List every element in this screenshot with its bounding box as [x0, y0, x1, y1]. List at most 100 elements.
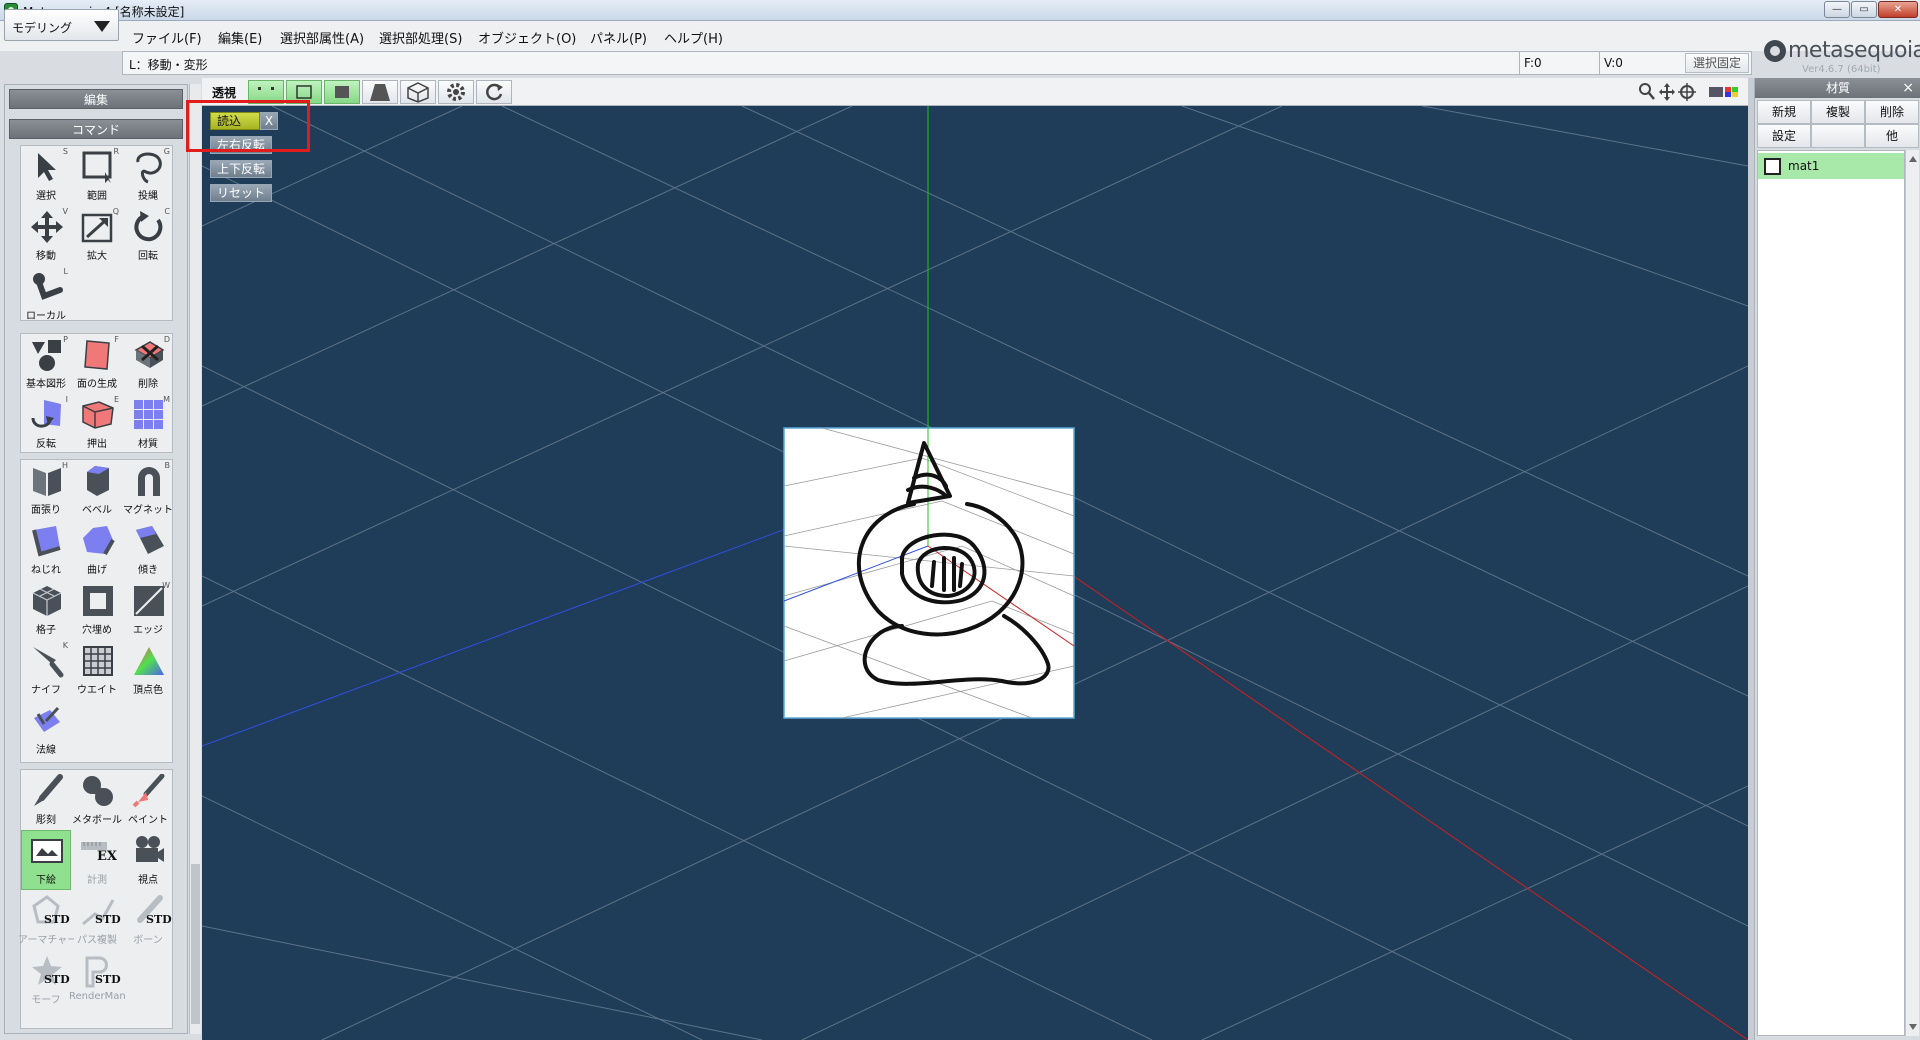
material-color-swatch[interactable]: [1764, 158, 1781, 175]
tool-scale[interactable]: Q 拡大: [72, 206, 122, 266]
tool-morph[interactable]: STD モーフ: [21, 950, 71, 1010]
tool-flip[interactable]: I 反転: [21, 394, 71, 454]
face-fill-icon: [33, 468, 61, 496]
show-face-button[interactable]: [324, 80, 360, 104]
material-settings-button[interactable]: 設定: [1757, 124, 1811, 148]
tool-label: 下絵: [36, 875, 56, 886]
tool-hole-fill[interactable]: 穴埋め: [72, 580, 122, 640]
scroll-down-icon[interactable]: [1909, 1024, 1917, 1030]
perspective-button[interactable]: [362, 80, 398, 104]
material-panel: 材質 × 新規 複製 削除 設定 他 mat1: [1754, 78, 1920, 1040]
bend-icon: [83, 526, 115, 555]
tool-key: W: [162, 581, 170, 590]
settings-button[interactable]: [438, 80, 474, 104]
tool-label: 格子: [36, 625, 56, 636]
tool-edge[interactable]: W エッジ: [123, 580, 173, 640]
scroll-up-icon[interactable]: [1909, 156, 1917, 162]
tool-bone[interactable]: STD ボーン: [123, 890, 173, 950]
material-panel-title[interactable]: 材質: [1755, 78, 1920, 98]
tool-paint[interactable]: ペイント: [123, 770, 173, 830]
tool-primitive[interactable]: P 基本図形: [21, 334, 71, 394]
tool-label: ナイフ: [31, 685, 61, 696]
tool-create-face[interactable]: F 面の生成: [72, 334, 122, 394]
tool-magnet[interactable]: B マグネット: [123, 460, 173, 520]
zoom-icon[interactable]: [1638, 82, 1656, 102]
tool-extrude[interactable]: E 押出: [72, 394, 122, 454]
tool-path-clone[interactable]: STD パス複製: [72, 890, 122, 950]
tool-label: 回転: [138, 251, 158, 262]
close-icon[interactable]: ×: [1902, 78, 1914, 98]
tool-rotate[interactable]: C 回転: [123, 206, 173, 266]
material-blank-button[interactable]: [1811, 124, 1865, 148]
refresh-button[interactable]: [476, 80, 512, 104]
mode-select-value: モデリング: [12, 21, 73, 35]
menu-edit[interactable]: 編集(E): [218, 28, 262, 47]
tool-label: マグネット: [123, 505, 173, 516]
tool-select[interactable]: S 選択: [21, 146, 71, 206]
left-panel-scrollbar[interactable]: [189, 84, 201, 1034]
material-other-button[interactable]: 他: [1865, 124, 1919, 148]
tool-face-fill[interactable]: H 面張り: [21, 460, 71, 520]
scale-icon: [81, 213, 113, 243]
tool-knife[interactable]: K ナイフ: [21, 640, 71, 700]
tool-bevel[interactable]: ベベル: [72, 460, 122, 520]
reset-image-button[interactable]: リセット: [210, 184, 272, 202]
vertex-count: V:0: [1599, 52, 1679, 74]
layout-icon[interactable]: [1708, 82, 1742, 102]
menu-selection-attribute[interactable]: 選択部属性(A): [280, 28, 364, 47]
orbit-icon[interactable]: [1678, 82, 1696, 102]
tool-lattice[interactable]: 格子: [21, 580, 71, 640]
tool-measure[interactable]: EX 計測: [72, 830, 122, 890]
tool-sculpt[interactable]: 彫刻: [21, 770, 71, 830]
tool-bend[interactable]: 曲げ: [72, 520, 122, 580]
menu-panel[interactable]: パネル(P): [590, 28, 647, 47]
tool-range[interactable]: R 範囲: [72, 146, 122, 206]
tool-tilt[interactable]: 傾き: [123, 520, 173, 580]
tool-normal[interactable]: 法線: [21, 700, 71, 760]
background-image-icon: [31, 839, 63, 863]
tool-key: D: [163, 335, 170, 344]
close-window-button[interactable]: ✕: [1878, 1, 1918, 18]
highlight-box: [186, 100, 310, 152]
face-display-icon: [335, 86, 349, 98]
maximize-button[interactable]: ▭: [1851, 1, 1877, 18]
menu-selection-process[interactable]: 選択部処理(S): [379, 28, 462, 47]
menu-object[interactable]: オブジェクト(O): [478, 28, 576, 47]
delete-material-button[interactable]: 削除: [1865, 100, 1919, 124]
flip-vertical-button[interactable]: 上下反転: [210, 160, 272, 178]
pan-icon[interactable]: [1658, 82, 1676, 102]
tool-hint: L：移動・変形: [129, 58, 208, 72]
menu-file[interactable]: ファイル(F): [132, 28, 202, 47]
new-material-button[interactable]: 新規: [1757, 100, 1811, 124]
tool-camera[interactable]: 視点: [123, 830, 173, 890]
tool-armature[interactable]: STD アーマチャー: [18, 890, 74, 950]
lock-selection-button[interactable]: 選択固定: [1685, 53, 1749, 73]
material-row[interactable]: mat1: [1758, 153, 1904, 179]
tool-move[interactable]: V 移動: [21, 206, 71, 266]
tool-weight[interactable]: ウエイト: [72, 640, 122, 700]
box-view-button[interactable]: [400, 80, 436, 104]
scrollbar-thumb[interactable]: [191, 864, 200, 1024]
view-mode-label[interactable]: 透視: [212, 84, 236, 101]
tool-local[interactable]: L ローカル: [21, 266, 71, 326]
tool-label: 曲げ: [87, 565, 107, 576]
tool-twist[interactable]: ねじれ: [21, 520, 71, 580]
tool-metaball[interactable]: メタボール: [72, 770, 122, 830]
duplicate-material-button[interactable]: 複製: [1811, 100, 1865, 124]
tool-lasso[interactable]: G 投縄: [123, 146, 173, 206]
3d-viewport[interactable]: 読込 X 左右反転 上下反転 リセット: [202, 106, 1748, 1040]
tool-label: ペイント: [128, 815, 168, 826]
tool-renderman[interactable]: STD RenderMan: [69, 950, 125, 1010]
edit-panel-header[interactable]: 編集: [9, 89, 183, 109]
tool-delete[interactable]: D 削除: [123, 334, 173, 394]
mode-select[interactable]: モデリング: [4, 9, 119, 41]
tool-vertex-color[interactable]: 頂点色: [123, 640, 173, 700]
command-panel-header[interactable]: コマンド: [9, 119, 183, 139]
underlay-image[interactable]: [783, 427, 1075, 719]
tool-background-image[interactable]: 下絵: [21, 830, 71, 890]
left-panel: 編集 コマンド S 選択 R 範囲 G 投縄 V 移動 Q 拡大 C 回転 L …: [4, 84, 188, 1034]
minimize-button[interactable]: —: [1824, 1, 1850, 18]
menu-help[interactable]: ヘルプ(H): [664, 28, 723, 47]
tool-material[interactable]: M 材質: [123, 394, 173, 454]
material-list-scrollbar[interactable]: [1905, 150, 1919, 1036]
